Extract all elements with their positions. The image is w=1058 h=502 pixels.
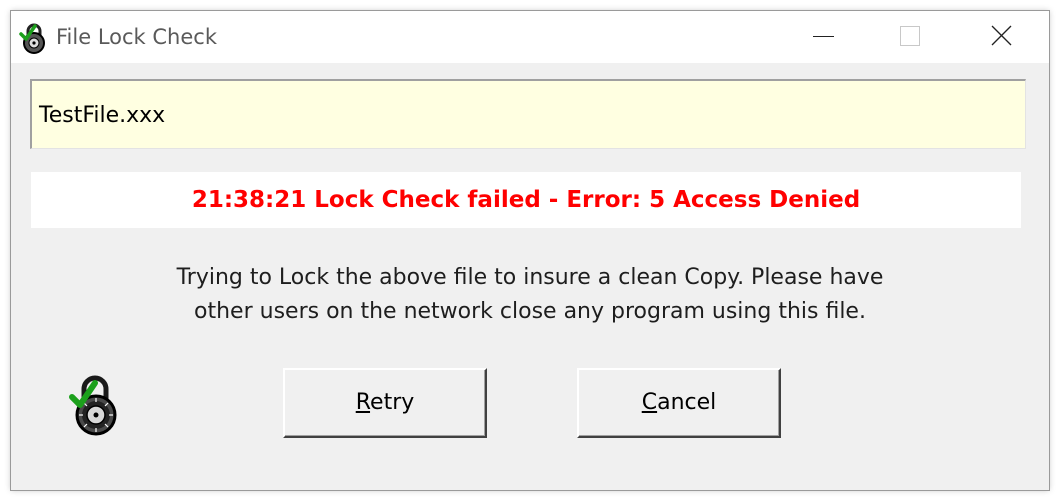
close-icon bbox=[991, 25, 1012, 46]
close-button[interactable] bbox=[955, 11, 1047, 63]
cancel-label: ancel bbox=[657, 390, 717, 415]
instruction-line-2: other users on the network close any pro… bbox=[194, 299, 866, 324]
lock-check-icon bbox=[69, 371, 121, 437]
retry-button[interactable]: Retry bbox=[283, 368, 487, 438]
maximize-button[interactable] bbox=[863, 11, 955, 63]
cancel-button[interactable]: Cancel bbox=[577, 368, 781, 438]
status-message: 21:38:21 Lock Check failed - Error: 5 Ac… bbox=[31, 172, 1021, 228]
dialog-window: File Lock Check TestFile.xxx 21:38:21 Lo… bbox=[11, 11, 1049, 490]
file-name-field[interactable]: TestFile.xxx bbox=[30, 79, 1026, 149]
app-lock-check-icon bbox=[19, 21, 49, 55]
maximize-icon bbox=[900, 26, 920, 46]
cancel-mnemonic: C bbox=[641, 390, 658, 415]
retry-label: etry bbox=[370, 390, 415, 415]
title-bar[interactable]: File Lock Check bbox=[11, 11, 1049, 63]
window-title: File Lock Check bbox=[56, 25, 217, 49]
retry-mnemonic: R bbox=[355, 390, 371, 415]
minimize-button[interactable] bbox=[777, 11, 869, 63]
instruction-text: Trying to Lock the above file to insure … bbox=[71, 261, 989, 329]
instruction-line-1: Trying to Lock the above file to insure … bbox=[176, 265, 884, 290]
minimize-icon bbox=[813, 36, 834, 37]
